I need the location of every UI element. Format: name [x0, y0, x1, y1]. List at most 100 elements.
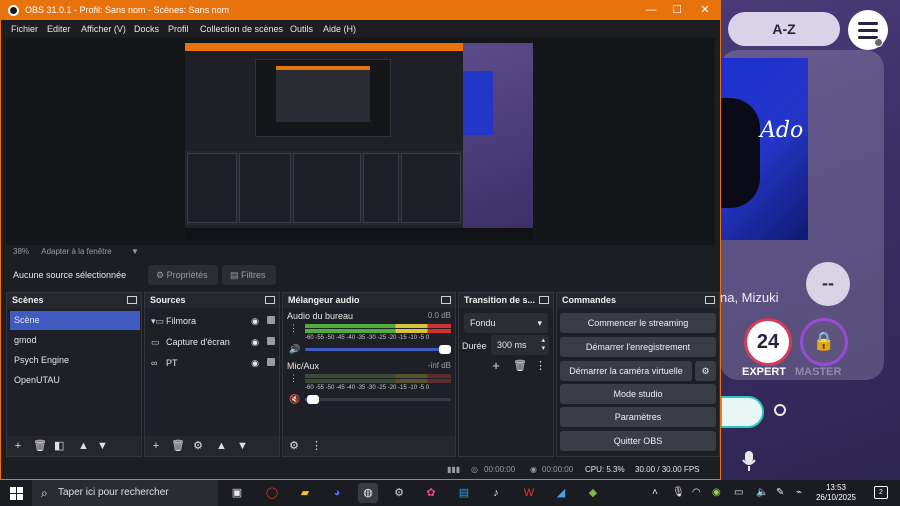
lock-icon[interactable] [267, 358, 275, 366]
undock-icon[interactable] [265, 296, 275, 304]
virtual-camera-button[interactable]: Démarrer la caméra virtuelle [560, 361, 692, 381]
eye-icon[interactable]: ◉ [251, 354, 259, 372]
game-menu-button[interactable] [848, 10, 888, 50]
transition-select[interactable]: Fondu ▾ [464, 313, 548, 333]
volume-icon[interactable]: 🔈 [756, 487, 768, 498]
speaker-icon[interactable]: 🔊 [289, 344, 300, 355]
trash-icon[interactable]: 🗑 [33, 441, 47, 452]
scene-item[interactable]: Psych Engine [10, 351, 140, 370]
task-view-icon[interactable]: ▣ [227, 483, 247, 503]
music-app-icon[interactable]: ♪ [486, 483, 506, 503]
quit-button[interactable]: Quitter OBS [560, 431, 716, 451]
windows-start-icon[interactable] [10, 487, 23, 500]
eye-icon[interactable]: ◉ [251, 312, 259, 330]
trash-icon[interactable]: 🗑 [171, 441, 185, 452]
fader-knob[interactable] [307, 395, 319, 404]
close-button[interactable]: ✕ [691, 1, 719, 20]
microphone-tray-icon[interactable]: 🎙 [672, 487, 685, 498]
source-item[interactable]: ▭ Capture d'écran ◉ [151, 333, 277, 351]
undock-icon[interactable] [441, 296, 451, 304]
fader-knob[interactable] [439, 345, 451, 354]
audio-app-icon[interactable]: ◢ [551, 483, 571, 503]
network-icon[interactable]: ⌁ [796, 487, 802, 498]
gear-icon[interactable]: ⚙ [193, 441, 203, 452]
more-icon[interactable]: ⋮ [311, 441, 322, 452]
filter-icon[interactable]: ◧ [54, 441, 64, 452]
nvidia-icon[interactable]: ◉ [712, 487, 721, 498]
scene-item[interactable]: gmod [10, 331, 140, 350]
steam-icon[interactable]: ⚙ [389, 483, 409, 503]
studio-mode-button[interactable]: Mode studio [560, 384, 716, 404]
add-icon[interactable]: + [151, 441, 161, 452]
start-streaming-button[interactable]: Commencer le streaming [560, 313, 716, 333]
undock-icon[interactable] [127, 296, 137, 304]
difficulty-master-lock-icon[interactable]: 🔒 [800, 318, 848, 366]
preview-canvas[interactable] [185, 43, 533, 240]
difficulty-expert[interactable]: 24 [744, 318, 792, 366]
menu-view[interactable]: Afficher (V) [81, 24, 126, 34]
more-icon[interactable]: ⋮ [289, 373, 298, 384]
undock-icon[interactable] [705, 296, 715, 304]
filters-button[interactable]: ▤ Filtres [222, 265, 276, 285]
gear-icon[interactable]: ⚙ [289, 441, 299, 452]
chevron-down-icon[interactable]: ▼ [131, 247, 139, 256]
title-bar[interactable]: OBS 31.0.1 - Profil: Sans nom - Scènes: … [1, 1, 720, 20]
source-item[interactable]: ▾▭ Filmora ◉ [151, 312, 277, 330]
scene-item[interactable]: Scène [10, 311, 140, 330]
spin-down-icon[interactable]: ▾ [541, 339, 545, 359]
properties-button[interactable]: ⚙ Propriétés [148, 265, 218, 285]
settings-button[interactable]: Paramètres [560, 407, 716, 427]
start-recording-button[interactable]: Démarrer l'enregistrement [560, 337, 716, 357]
menu-file[interactable]: Fichier [11, 24, 38, 34]
menu-profile[interactable]: Profil [168, 24, 189, 34]
scene-item[interactable]: OpenUTAU [10, 371, 140, 390]
minecraft-icon[interactable]: ◆ [583, 483, 603, 503]
microphone-icon[interactable] [740, 450, 758, 472]
zoom-row[interactable]: 38% Adapter à la fenêtre ▼ [13, 247, 139, 256]
game-app-icon[interactable]: ✿ [421, 483, 441, 503]
menu-edit[interactable]: Editer [47, 24, 71, 34]
fit-to-window-select[interactable]: Adapter à la fenêtre [41, 247, 111, 256]
taskbar-search[interactable]: ⌕ Taper ici pour rechercher [32, 480, 218, 506]
move-up-icon[interactable]: ▲ [216, 441, 227, 452]
file-explorer-icon[interactable]: ▰ [295, 483, 315, 503]
battery-icon[interactable]: ▭ [734, 487, 743, 498]
move-up-icon[interactable]: ▲ [78, 441, 89, 452]
trash-icon[interactable]: 🗑 [513, 361, 527, 372]
source-item[interactable]: ∞ PT ◉ [151, 354, 277, 372]
taskbar-clock[interactable]: 13:53 26/10/2025 [812, 483, 860, 503]
discord-icon[interactable]: ◕ [327, 483, 347, 503]
more-icon[interactable]: ⋮ [535, 361, 546, 372]
lock-icon[interactable] [267, 337, 275, 345]
chevron-up-icon[interactable]: ˄ [652, 487, 658, 498]
obs-taskbar-icon[interactable]: ◍ [358, 483, 378, 503]
undock-icon[interactable] [539, 296, 549, 304]
headset-icon[interactable]: ◠ [692, 487, 701, 498]
menu-help[interactable]: Aide (H) [323, 24, 356, 34]
volume-fader[interactable] [305, 345, 451, 354]
menu-scene-collection[interactable]: Collection de scènes [200, 24, 283, 34]
lock-icon[interactable] [267, 316, 275, 324]
virtual-camera-gear-icon[interactable]: ⚙ [695, 361, 716, 381]
opera-icon[interactable]: ◯ [262, 483, 282, 503]
more-icon[interactable]: ⋮ [289, 323, 298, 334]
play-button[interactable] [720, 396, 764, 428]
maximize-button[interactable]: ☐ [663, 1, 691, 20]
move-down-icon[interactable]: ▼ [237, 441, 248, 452]
menu-docks[interactable]: Docks [134, 24, 159, 34]
eye-icon[interactable]: ◉ [251, 333, 259, 351]
menu-tools[interactable]: Outils [290, 24, 313, 34]
sort-button[interactable]: A-Z [728, 12, 840, 46]
pen-icon[interactable]: ✎ [776, 487, 784, 498]
app-icon[interactable]: ▤ [454, 483, 474, 503]
volume-fader[interactable] [305, 395, 451, 404]
level-placeholder[interactable]: -- [806, 262, 850, 306]
minimize-button[interactable]: — [637, 1, 665, 20]
muted-speaker-icon[interactable]: 🔇 [289, 394, 300, 405]
move-down-icon[interactable]: ▼ [97, 441, 108, 452]
add-icon[interactable]: + [13, 441, 23, 452]
duration-spinbox[interactable]: 300 ms ▴ ▾ [491, 335, 549, 355]
add-icon[interactable]: + [491, 359, 501, 372]
notification-center-icon[interactable]: 2 [874, 486, 888, 499]
wps-icon[interactable]: W [519, 483, 539, 503]
